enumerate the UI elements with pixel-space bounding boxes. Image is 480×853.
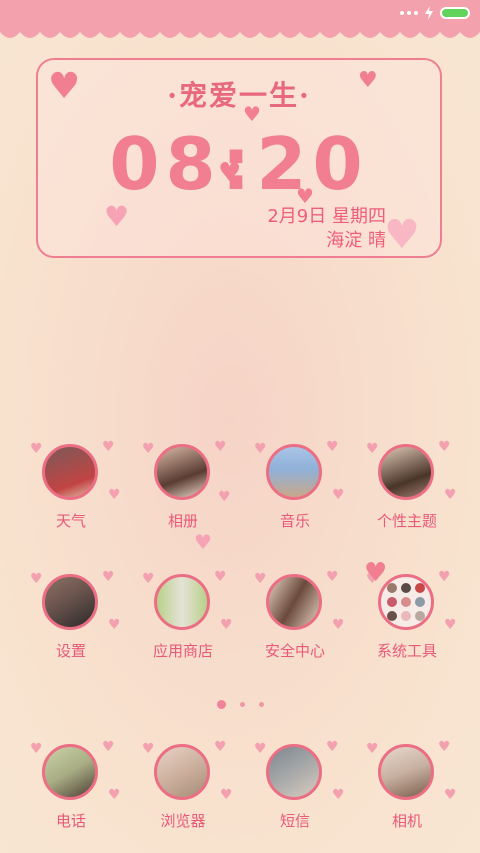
heart-icon: ♥ <box>30 441 43 457</box>
app-weather[interactable]: ♥ ♥ ♥ 天气 <box>16 438 126 548</box>
scallop-border <box>0 26 480 38</box>
heart-icon: ♥ <box>358 68 378 93</box>
heart-icon: ♥ <box>243 102 261 126</box>
app-phone[interactable]: ♥ ♥ ♥ 电话 <box>16 738 126 848</box>
heart-icon: ♥ <box>326 569 339 585</box>
app-icon <box>154 444 210 500</box>
app-messages[interactable]: ♥ ♥ ♥ 短信 <box>240 738 350 848</box>
heart-icon: ♥ <box>332 487 345 503</box>
heart-icon: ♥ <box>254 441 267 457</box>
app-icon <box>154 574 210 630</box>
app-label: 安全中心 <box>264 642 325 660</box>
app-icon <box>42 744 98 800</box>
app-music[interactable]: ♥ ♥ ♥ 音乐 <box>240 438 350 548</box>
heart-icon: ♥ <box>438 439 451 455</box>
app-label: 天气 <box>55 512 86 530</box>
heart-icon: ♥ <box>142 741 155 757</box>
heart-icon: ♥ <box>142 571 155 587</box>
heart-icon: ♥ <box>214 569 227 585</box>
heart-icon: ♥ <box>218 489 231 505</box>
app-security[interactable]: ♥ ♥ ♥ 安全中心 <box>240 568 350 678</box>
heart-icon: ♥ <box>214 439 227 455</box>
app-label: 音乐 <box>279 512 310 530</box>
heart-icon: ♥ <box>366 441 379 457</box>
heart-icon: ♥ <box>254 741 267 757</box>
app-camera[interactable]: ♥ ♥ ♥ 相机 <box>352 738 462 848</box>
heart-icon: ♥ <box>438 739 451 755</box>
app-icon <box>42 444 98 500</box>
app-label: 设置 <box>55 642 86 660</box>
app-label: 短信 <box>279 812 310 830</box>
app-label: 相册 <box>167 512 198 530</box>
folder-thumbnails-icon <box>387 583 425 621</box>
heart-icon: ♥ <box>104 200 130 233</box>
app-icon <box>154 744 210 800</box>
app-label: 相机 <box>391 812 422 830</box>
heart-icon: ♥ <box>214 739 227 755</box>
heart-icon: ♥ <box>194 530 212 554</box>
heart-icon: ♥ <box>108 487 121 503</box>
heart-icon: ♥ <box>108 617 121 633</box>
app-themes[interactable]: ♥ ♥ ♥ 个性主题 <box>352 438 462 548</box>
app-icon <box>42 574 98 630</box>
heart-icon: ♥ <box>254 571 267 587</box>
heart-icon: ♥ <box>220 617 233 633</box>
page-dot[interactable] <box>258 702 264 707</box>
app-icon <box>378 744 434 800</box>
app-label: 应用商店 <box>152 642 213 660</box>
heart-icon: ♥ <box>30 741 43 757</box>
heart-icon: ♥ <box>30 571 43 587</box>
app-store[interactable]: ♥ ♥ ♥ 应用商店 <box>128 568 238 678</box>
heart-icon: ♥ <box>220 787 233 803</box>
app-gallery[interactable]: ♥ ♥ ♥ 相册 <box>128 438 238 548</box>
heart-icon: ♥ <box>444 487 457 503</box>
heart-icon: ♥ <box>102 439 115 455</box>
heart-icon: ♥ <box>326 739 339 755</box>
heart-icon: ♥ <box>332 787 345 803</box>
signal-dots-icon <box>400 11 418 15</box>
app-settings[interactable]: ♥ ♥ ♥ 设置 <box>16 568 126 678</box>
app-label: 个性主题 <box>376 512 437 530</box>
heart-icon: ♥ <box>218 158 242 188</box>
heart-icon: ♥ <box>102 569 115 585</box>
heart-icon: ♥ <box>364 558 388 588</box>
heart-icon: ♥ <box>296 184 314 208</box>
heart-icon: ♥ <box>48 66 81 107</box>
app-icon <box>266 574 322 630</box>
app-icon <box>266 744 322 800</box>
app-browser[interactable]: ♥ ♥ ♥ 浏览器 <box>128 738 238 848</box>
heart-icon: ♥ <box>142 441 155 457</box>
app-label: 电话 <box>55 812 86 830</box>
app-label: 系统工具 <box>376 642 437 660</box>
heart-icon: ♥ <box>438 569 451 585</box>
heart-icon: ♥ <box>102 739 115 755</box>
widget-title: ·宠爱一生· <box>167 79 311 112</box>
heart-icon: ♥ <box>384 212 420 258</box>
page-dot[interactable] <box>239 702 245 707</box>
heart-icon: ♥ <box>326 439 339 455</box>
heart-icon: ♥ <box>332 617 345 633</box>
weather-location: 海淀 晴 <box>326 230 386 251</box>
charging-bolt-icon <box>425 6 433 20</box>
app-icon <box>378 444 434 500</box>
battery-icon <box>440 7 470 19</box>
app-icon <box>266 444 322 500</box>
heart-icon: ♥ <box>366 741 379 757</box>
page-dot-active[interactable] <box>216 700 226 709</box>
heart-icon: ♥ <box>444 787 457 803</box>
clock-widget[interactable]: ·宠爱一生· 08:20 2月9日 星期四 海淀 晴 ♥ ♥ ♥ ♥ ♥ ♥ ♥ <box>36 58 442 258</box>
status-icons <box>400 6 470 20</box>
page-indicator[interactable] <box>0 700 480 709</box>
clock-date: 2月9日 星期四 <box>267 206 386 227</box>
app-label: 浏览器 <box>160 812 206 830</box>
heart-icon: ♥ <box>444 617 457 633</box>
heart-icon: ♥ <box>108 787 121 803</box>
